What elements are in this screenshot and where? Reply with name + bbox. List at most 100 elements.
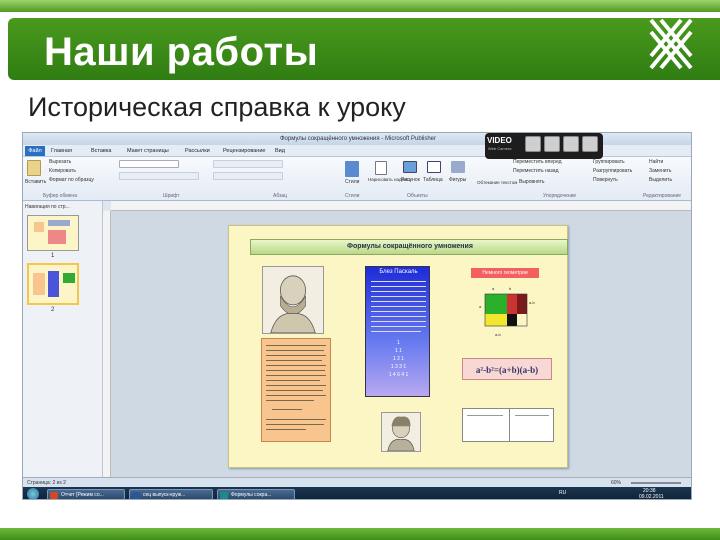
webcam-play-icon[interactable] [525,136,541,152]
font-format-buttons[interactable] [119,172,199,180]
vertical-ruler [103,211,111,477]
header-text: Формулы сокращённого умножения [347,243,473,250]
zoom-slider[interactable] [631,482,681,484]
group-styles: Стили [345,193,360,199]
square-label: a [492,286,495,291]
tab-mailings[interactable]: Рассылки [185,147,210,155]
group-font: Шрифт [163,193,180,199]
status-bar: Страница: 2 из 2 60% [23,477,691,487]
tab-file[interactable]: Файл [25,146,45,156]
webcam-record-icon[interactable] [544,136,560,152]
word-icon [132,492,140,499]
wrap-text-button[interactable]: Обтекание текстом [477,179,517,186]
video-sublabel: Web Camera [488,146,512,151]
pascal-row: 1 3 3 1 [390,364,407,370]
alignment-buttons[interactable] [213,172,283,180]
picture-icon[interactable] [403,161,417,173]
pascal-portrait[interactable] [381,412,421,452]
paste-button[interactable]: Вставить [25,179,46,186]
tab-page-layout[interactable]: Макет страницы [127,147,169,155]
taskbar-item-publisher[interactable]: Формулы сокра... [217,489,295,499]
geometry-label[interactable]: Немного геометрии [471,268,539,278]
thumb-block [34,222,44,232]
taskbar-item-label: Формулы сокра... [231,492,272,498]
publication-page[interactable]: Формулы сокращённого умножения Блез Паск… [228,225,568,468]
font-name-box[interactable] [119,160,179,168]
group-arrange: Упорядочение [543,193,577,199]
top-accent-bar [0,0,720,12]
text-box-icon[interactable] [375,161,387,175]
thumb-block [33,273,45,295]
rotate-button[interactable]: Повернуть [593,177,618,184]
windows-taskbar: Отчет [Режим со... сец выпуск-круж... Фо… [23,487,691,500]
pascal-triangle: 1 1 1 1 2 1 1 3 3 1 1 4 6 4 1 [366,339,431,379]
pascal-panel-title: Блез Паскаль [379,269,418,275]
taskbar-item-word[interactable]: сец выпуск-круж... [129,489,213,499]
square-label: a-b [495,332,502,337]
paste-icon[interactable] [27,160,41,176]
clock-date: 09.02.2011 [639,494,664,500]
slide-title: Наши работы [44,30,319,74]
document-canvas[interactable]: Формулы сокращённого умножения Блез Паск… [111,211,691,477]
pascal-panel[interactable]: Блез Паскаль 1 1 1 1 2 1 1 3 3 1 1 4 6 4… [365,266,430,397]
thumb-block [48,271,59,297]
webcam-settings-icon[interactable] [563,136,579,152]
small-table[interactable] [462,408,554,442]
bring-forward-button[interactable]: Переместить вперед [513,159,562,166]
knot-logo-icon [649,18,693,70]
video-webcam-overlay: VIDEO Web Camera [485,133,603,159]
styles-icon[interactable] [345,161,359,177]
replace-button[interactable]: Заменить [649,168,671,175]
table-button[interactable]: Таблица [423,177,443,184]
page-thumbnail-2[interactable] [27,263,79,305]
table-divider [509,409,510,441]
zoom-level[interactable]: 60% [611,480,621,486]
bottom-accent-bar [0,528,720,540]
square-label: a [479,304,482,309]
align-button[interactable]: Выровнять [519,179,545,186]
horizontal-ruler [111,201,691,211]
publisher-screenshot: Формулы сокращённого умножения - Microso… [22,132,692,500]
squares-diagram[interactable]: a b a-b a a-b [477,284,543,342]
shapes-button[interactable]: Фигуры [449,177,466,184]
select-button[interactable]: Выделить [649,177,672,184]
group-button[interactable]: Группировать [593,159,625,166]
powerpoint-icon [50,492,58,499]
square-label: a-b [529,300,536,305]
find-button[interactable]: Найти [649,159,663,166]
webcam-close-icon[interactable] [582,136,598,152]
page-number-1: 1 [51,253,55,259]
picture-button[interactable]: Рисунок [401,177,420,184]
page-thumbnail-1[interactable] [27,215,79,251]
cut-button[interactable]: Вырезать [49,159,71,166]
taskbar-item-label: сец выпуск-круж... [143,492,186,498]
page-status: Страница: 2 из 2 [27,480,66,486]
tab-review[interactable]: Рецензирование [223,147,265,155]
paragraph-buttons[interactable] [213,160,283,168]
pascal-row: 1 2 1 [392,356,405,362]
pascal-row: 1 [397,340,400,346]
taskbar-item-powerpoint[interactable]: Отчет [Режим со... [47,489,125,499]
formula-box[interactable]: a²-b²=(a+b)(a-b) [462,358,552,380]
pythagoras-portrait[interactable] [262,266,324,334]
tab-view[interactable]: Вид [275,147,285,155]
styles-button[interactable]: Стили [345,179,359,186]
tab-home[interactable]: Главная [51,147,72,155]
page-navigation-pane: Навигация по стр... 1 2 [23,201,103,477]
format-painter-button[interactable]: Формат по образцу [49,177,94,184]
shapes-icon[interactable] [451,161,465,173]
copy-button[interactable]: Копировать [49,168,76,175]
slide-subtitle: Историческая справка к уроку [28,92,406,122]
pythagoras-text-box[interactable] [261,338,331,442]
publisher-icon [220,492,228,499]
start-button-icon[interactable] [27,488,39,499]
group-clipboard: Буфер обмена [43,193,77,199]
send-backward-button[interactable]: Переместить назад [513,168,559,175]
table-icon[interactable] [427,161,441,173]
header-banner[interactable]: Формулы сокращённого умножения [250,239,568,255]
language-indicator[interactable]: RU [559,490,566,496]
tab-insert[interactable]: Вставка [91,147,111,155]
ungroup-button[interactable]: Разгруппировать [593,168,632,175]
thumb-block [48,230,66,244]
page-number-2: 2 [51,307,55,313]
